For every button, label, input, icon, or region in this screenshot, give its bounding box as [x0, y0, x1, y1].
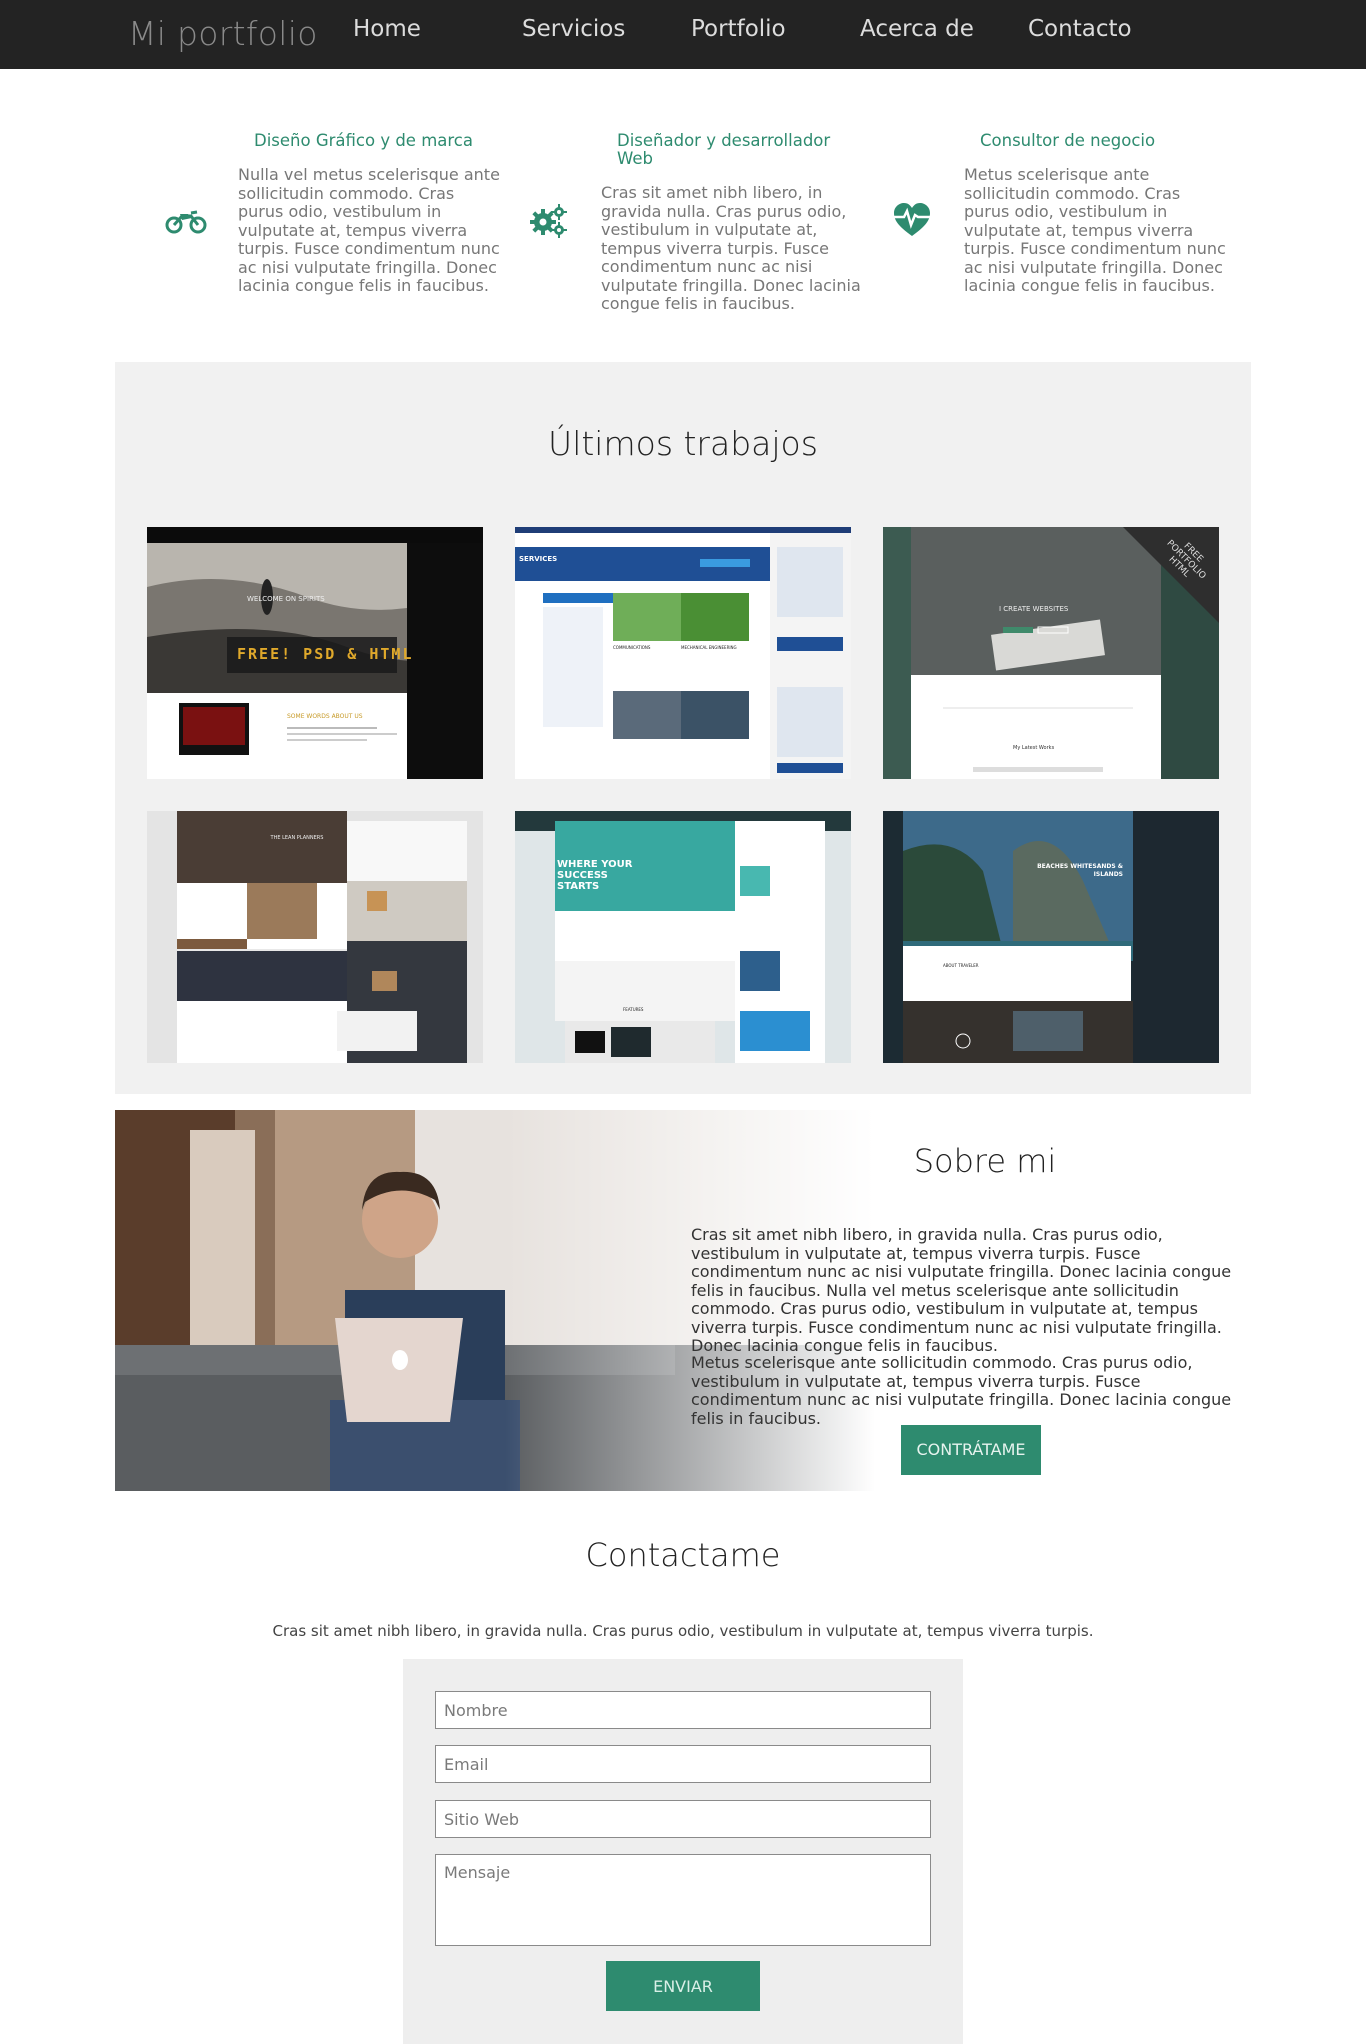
- thumb-heading: WHERE YOUR SUCCESS STARTS: [557, 859, 633, 892]
- nav-contacto[interactable]: Contacto: [1028, 16, 1132, 42]
- thumb-heading: THE LEAN PLANNERS: [270, 835, 324, 841]
- portfolio-thumb-websites[interactable]: I CREATE WEBSITES FREE PORTFOLIO HTML My…: [883, 527, 1219, 779]
- contact-form: ENVIAR: [403, 1659, 963, 2044]
- gears-icon: [530, 204, 567, 238]
- send-button[interactable]: ENVIAR: [606, 1961, 760, 2011]
- nav-home[interactable]: Home: [353, 16, 421, 42]
- portfolio-section: Últimos trabajos WELCOME ON SPIRITS FREE…: [115, 362, 1251, 1094]
- about-paragraph-2: Metus scelerisque ante sollicitudin comm…: [691, 1353, 1232, 1428]
- service-title: Diseñador y desarrollador Web: [617, 131, 831, 168]
- service-card-web-developer: Diseñador y desarrollador Web Cras sit a…: [527, 128, 887, 328]
- nav-servicios[interactable]: Servicios: [522, 16, 625, 42]
- thumb-heading: I CREATE WEBSITES: [999, 605, 1069, 613]
- service-card-business-consultant: Consultor de negocio Metus scelerisque a…: [890, 128, 1250, 328]
- message-field[interactable]: [435, 1854, 931, 1946]
- email-field[interactable]: [435, 1745, 931, 1783]
- name-field[interactable]: [435, 1691, 931, 1729]
- service-description: Nulla vel metus scelerisque ante sollici…: [238, 165, 500, 295]
- thumb-subheading: SOME WORDS ABOUT US: [287, 713, 363, 720]
- hire-me-button[interactable]: CONTRÁTAME: [901, 1425, 1041, 1475]
- thumb-heading: BEACHES WHITESANDS & ISLANDS: [1037, 863, 1123, 878]
- about-paragraph-1: Cras sit amet nibh libero, in gravida nu…: [691, 1225, 1232, 1355]
- website-field[interactable]: [435, 1800, 931, 1838]
- about-title: Sobre mi: [913, 1142, 1057, 1180]
- thumb-subheading: FEATURES: [623, 1007, 644, 1012]
- contact-title: Contactame: [585, 1536, 781, 1574]
- nav-portfolio[interactable]: Portfolio: [691, 16, 786, 42]
- portfolio-thumb-spirits[interactable]: WELCOME ON SPIRITS FREE! PSD & HTML SOME…: [147, 527, 483, 779]
- top-navbar: Mi portfolio Home Servicios Portfolio Ac…: [0, 0, 1366, 69]
- thumb-subheading: ABOUT TRAVELER: [943, 963, 979, 968]
- service-title: Diseño Gráfico y de marca: [254, 131, 473, 150]
- nav-acerca-de[interactable]: Acerca de: [860, 16, 974, 42]
- thumb-subheading: My Latest Works: [1013, 745, 1055, 751]
- motorcycle-icon: [165, 210, 207, 234]
- service-description: Cras sit amet nibh libero, in gravida nu…: [601, 183, 861, 313]
- heartbeat-icon: [894, 203, 930, 236]
- about-section: Sobre mi Cras sit amet nibh libero, in g…: [115, 1110, 1251, 1491]
- portfolio-thumb-success[interactable]: WHERE YOUR SUCCESS STARTS FEATURES: [515, 811, 851, 1063]
- thumb-subheading-2: MECHANICAL ENGINEERING: [681, 645, 737, 650]
- contact-intro: Cras sit amet nibh libero, in gravida nu…: [272, 1622, 1094, 1640]
- service-card-graphic-design: Diseño Gráfico y de marca Nulla vel metu…: [164, 128, 524, 328]
- works-title: Últimos trabajos: [548, 424, 818, 463]
- brand-logo[interactable]: Mi portfolio: [128, 14, 318, 53]
- thumb-heading: SERVICES: [519, 555, 558, 563]
- portfolio-thumb-services[interactable]: SERVICES COMMUNICATIONS MECHANICAL ENGIN…: [515, 527, 851, 779]
- thumb-badge: FREE! PSD & HTML: [237, 645, 414, 663]
- service-description: Metus scelerisque ante sollicitudin comm…: [964, 165, 1226, 295]
- portfolio-thumb-beaches[interactable]: BEACHES WHITESANDS & ISLANDS ABOUT TRAVE…: [883, 811, 1219, 1063]
- service-title: Consultor de negocio: [980, 131, 1156, 150]
- thumb-subheading: COMMUNICATIONS: [613, 645, 651, 650]
- thumb-heading: WELCOME ON SPIRITS: [247, 595, 325, 603]
- portfolio-thumb-lean-planners[interactable]: THE LEAN PLANNERS: [147, 811, 483, 1063]
